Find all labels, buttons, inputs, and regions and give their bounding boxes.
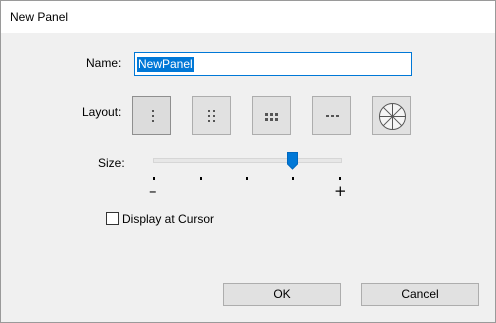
layout-label: Layout: xyxy=(82,105,122,119)
new-panel-dialog: New Panel Name: NewPanel Layout: Size: –… xyxy=(0,0,496,323)
size-max-label: + xyxy=(334,182,347,200)
single-column-icon xyxy=(152,110,154,122)
three-column-icon xyxy=(265,113,278,121)
window-title: New Panel xyxy=(10,10,69,24)
layout-pie-button[interactable] xyxy=(372,96,411,135)
horizontal-icon xyxy=(326,115,339,117)
size-tick xyxy=(339,177,341,180)
display-at-cursor-checkbox[interactable] xyxy=(106,212,119,225)
cancel-button[interactable]: Cancel xyxy=(361,283,479,306)
size-tick xyxy=(200,177,202,180)
size-slider-thumb[interactable] xyxy=(287,152,298,170)
size-label: Size: xyxy=(98,156,125,170)
pie-icon xyxy=(379,103,406,130)
size-slider-track[interactable] xyxy=(153,158,342,163)
name-input[interactable]: NewPanel xyxy=(134,52,412,76)
size-tick xyxy=(153,177,155,180)
layout-two-column-button[interactable] xyxy=(192,96,231,135)
title-bar[interactable]: New Panel xyxy=(1,1,495,33)
layout-single-column-button[interactable] xyxy=(132,96,171,135)
layout-horizontal-button[interactable] xyxy=(312,96,351,135)
display-at-cursor-label[interactable]: Display at Cursor xyxy=(122,212,214,226)
size-tick xyxy=(292,177,294,180)
ok-button[interactable]: OK xyxy=(223,283,341,306)
two-column-icon xyxy=(208,110,215,122)
layout-three-column-button[interactable] xyxy=(252,96,291,135)
name-input-value: NewPanel xyxy=(137,56,194,72)
name-label: Name: xyxy=(86,56,122,70)
size-tick xyxy=(246,177,248,180)
size-min-label: – xyxy=(149,182,157,200)
